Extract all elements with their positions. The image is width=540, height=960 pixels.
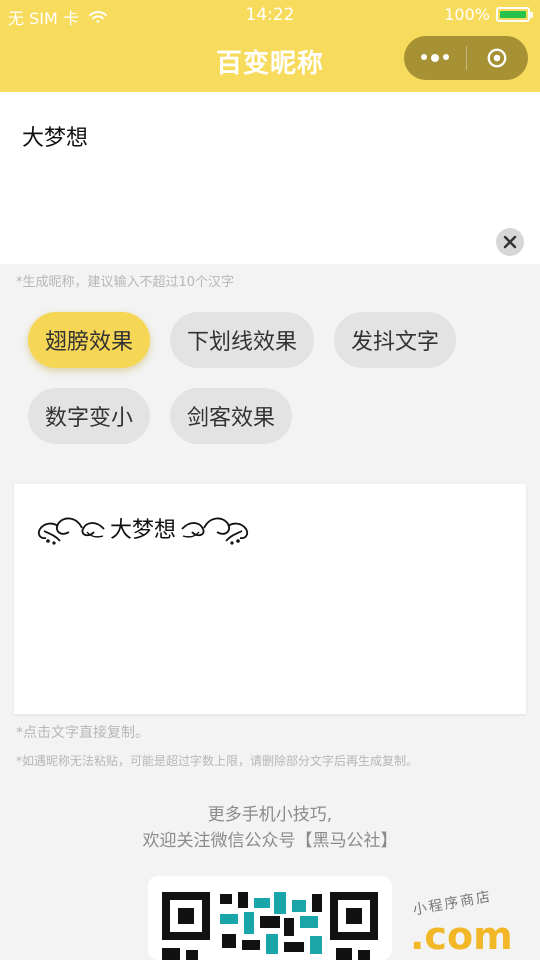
more-dots-icon <box>420 54 449 62</box>
close-icon <box>503 235 517 249</box>
paste-hint: *如遇昵称无法粘贴，可能是超过字数上限，请删除部分文字后再生成复制。 <box>16 754 419 768</box>
nav-bar: 百变昵称 <box>0 30 540 92</box>
battery-icon <box>496 7 533 22</box>
watermark-dotcom: .com <box>410 914 513 958</box>
right-wing-ornament-icon <box>181 517 249 545</box>
clear-input-button[interactable] <box>496 228 524 256</box>
effect-small-digits-button[interactable]: 数字变小 <box>28 388 150 444</box>
copy-hint: *点击文字直接复制。 <box>16 725 149 741</box>
result-card: 大梦想 <box>14 484 526 714</box>
more-button[interactable] <box>404 36 466 80</box>
target-close-icon <box>487 48 507 68</box>
battery-label: 100% <box>444 5 490 24</box>
nickname-input[interactable]: 大梦想 <box>22 120 88 152</box>
result-text[interactable]: 大梦想 <box>110 512 176 544</box>
input-hint: *生成昵称，建议输入不超过10个汉字 <box>16 275 235 290</box>
qr-code-card <box>148 876 392 960</box>
effect-swordsman-button[interactable]: 剑客效果 <box>170 388 292 444</box>
effect-shake-button[interactable]: 发抖文字 <box>334 312 456 368</box>
status-right: 100% <box>444 5 533 24</box>
mini-program-capsule <box>404 36 528 80</box>
status-bar: 无 SIM 卡 14:22 100% <box>0 0 540 30</box>
left-wing-ornament-icon <box>37 517 105 545</box>
promo-line-1: 更多手机小技巧, <box>207 805 333 825</box>
promo-line-2: 欢迎关注微信公众号【黑马公社】 <box>142 831 398 851</box>
qr-code-image <box>162 892 378 960</box>
effect-wings-button[interactable]: 翅膀效果 <box>28 312 150 368</box>
close-mini-program-button[interactable] <box>467 36 529 80</box>
result-nickname[interactable]: 大梦想 <box>36 510 250 546</box>
nickname-input-area[interactable]: 大梦想 <box>0 92 540 264</box>
effect-underline-button[interactable]: 下划线效果 <box>170 312 314 368</box>
